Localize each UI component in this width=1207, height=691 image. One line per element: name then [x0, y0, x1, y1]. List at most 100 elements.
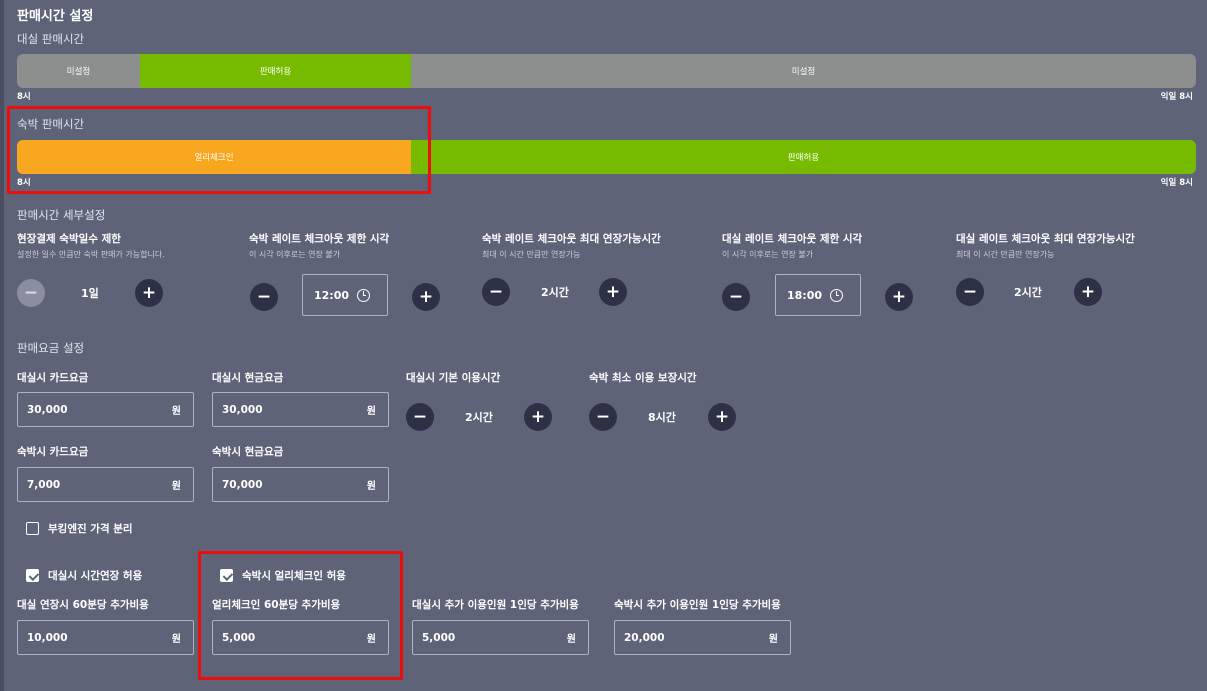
plus-icon: + [1080, 281, 1096, 302]
clock-icon [357, 288, 371, 302]
rental-card-input[interactable]: 30,000 원 [17, 392, 194, 427]
stay-time-heading: 숙박 판매시간 [17, 117, 85, 131]
plus-icon: + [418, 286, 434, 307]
rental-card-value: 30,000 [27, 403, 68, 416]
currency-unit: 원 [566, 634, 576, 645]
checkbox-checked-icon [26, 569, 39, 582]
stay-late-extend-plus-button[interactable]: + [599, 278, 627, 306]
rental-cash-label: 대실시 현금요금 [212, 372, 284, 384]
stay-card-label: 숙박시 카드요금 [17, 446, 89, 458]
rental-late-checkout-limit-label: 대실 레이트 체크아웃 제한 시각 [722, 233, 863, 245]
rental-extend-fee-value: 10,000 [27, 631, 68, 644]
stay-days-plus-button[interactable]: + [135, 279, 163, 307]
rental-late-limit-time-value: 18:00 [787, 288, 823, 302]
rental-extra-person-label: 대실시 추가 이용인원 1인당 추가비용 [412, 599, 579, 611]
rental-base-value: 2시간 [465, 411, 493, 424]
stay-card-input[interactable]: 7,000 원 [17, 467, 194, 502]
rental-late-limit-plus-button[interactable]: + [885, 283, 913, 311]
plus-icon: + [141, 282, 157, 303]
minus-icon: − [23, 282, 39, 303]
minus-icon: − [256, 286, 272, 307]
stay-extra-person-label: 숙박시 추가 이용인원 1인당 추가비용 [614, 599, 781, 611]
stay-min-minus-button[interactable]: − [589, 403, 617, 431]
stay-late-checkout-limit-label: 숙박 레이트 체크아웃 제한 시각 [249, 233, 390, 245]
stay-min-plus-button[interactable]: + [708, 403, 736, 431]
stay-late-max-extend-desc: 최대 이 시간 만큼만 연장가능 [482, 250, 581, 259]
booking-engine-split-checkbox[interactable]: 부킹엔진 가격 분리 [26, 521, 133, 536]
stay-start-label: 8시 [17, 178, 31, 188]
stay-min-value: 8시간 [648, 411, 676, 424]
currency-unit: 원 [171, 634, 181, 645]
onsite-stay-days-desc: 설정한 일수 만큼만 숙박 판매가 가능합니다. [17, 250, 165, 259]
minus-icon: − [728, 286, 744, 307]
stay-late-max-extend-label: 숙박 레이트 체크아웃 최대 연장가능시간 [482, 233, 661, 245]
currency-unit: 원 [366, 481, 376, 492]
pricing-heading: 판매요금 설정 [17, 341, 85, 355]
rental-late-limit-minus-button[interactable]: − [722, 283, 750, 311]
checkbox-checked-icon [220, 569, 233, 582]
plus-icon: + [891, 286, 907, 307]
stay-late-extend-value: 2시간 [541, 286, 569, 299]
stay-late-limit-time-input[interactable]: 12:00 [302, 274, 388, 316]
stay-time-bar: 얼리체크인 판매허용 [17, 140, 1196, 174]
clock-icon [830, 288, 844, 302]
rental-card-label: 대실시 카드요금 [17, 372, 89, 384]
stay-days-value: 1일 [81, 287, 99, 300]
plus-icon: + [714, 406, 730, 427]
rental-late-extend-value: 2시간 [1014, 286, 1042, 299]
stay-late-limit-minus-button[interactable]: − [250, 283, 278, 311]
minus-icon: − [595, 406, 611, 427]
rental-time-bar: 미설정 판매허용 미설정 [17, 54, 1196, 88]
rental-time-heading: 대실 판매시간 [17, 32, 85, 46]
rental-late-limit-time-input[interactable]: 18:00 [775, 274, 861, 316]
plus-icon: + [530, 406, 546, 427]
rental-start-label: 8시 [17, 92, 31, 102]
stay-cash-value: 70,000 [222, 478, 263, 491]
rental-late-max-extend-label: 대실 레이트 체크아웃 최대 연장가능시간 [956, 233, 1135, 245]
rental-late-checkout-limit-desc: 이 시각 이후로는 연장 불가 [722, 250, 814, 259]
early-checkin-checkbox[interactable]: 숙박시 얼리체크인 허용 [220, 568, 346, 583]
stay-end-label: 익일 8시 [1160, 178, 1193, 188]
rental-base-plus-button[interactable]: + [524, 403, 552, 431]
stay-extra-person-input[interactable]: 20,000 원 [614, 620, 791, 655]
currency-unit: 원 [768, 634, 778, 645]
stay-segment-early-checkin[interactable]: 얼리체크인 [17, 140, 411, 174]
rental-extend-checkbox[interactable]: 대실시 시간연장 허용 [26, 568, 142, 583]
minus-icon: − [488, 281, 504, 302]
early-checkin-fee-value: 5,000 [222, 631, 256, 644]
rental-base-time-label: 대실시 기본 이용시간 [406, 372, 501, 384]
rental-segment-unset[interactable]: 미설정 [17, 54, 140, 88]
rental-late-extend-minus-button[interactable]: − [956, 278, 984, 306]
currency-unit: 원 [171, 406, 181, 417]
stay-segment-allowed[interactable]: 판매허용 [411, 140, 1196, 174]
stay-late-limit-plus-button[interactable]: + [412, 283, 440, 311]
left-edge-bar [0, 0, 4, 691]
booking-engine-split-label: 부킹엔진 가격 분리 [48, 523, 133, 535]
rental-extra-person-input[interactable]: 5,000 원 [412, 620, 589, 655]
stay-late-extend-minus-button[interactable]: − [482, 278, 510, 306]
rental-segment-unset-2[interactable]: 미설정 [411, 54, 1196, 88]
stay-cash-label: 숙박시 현금요금 [212, 446, 284, 458]
stay-days-minus-button[interactable]: − [17, 279, 45, 307]
stay-late-checkout-limit-desc: 이 시각 이후로는 연장 불가 [249, 250, 341, 259]
stay-cash-input[interactable]: 70,000 원 [212, 467, 389, 502]
stay-late-limit-time-value: 12:00 [314, 288, 350, 302]
rental-late-extend-plus-button[interactable]: + [1074, 278, 1102, 306]
page-title: 판매시간 설정 [17, 9, 94, 24]
stay-card-value: 7,000 [27, 478, 61, 491]
minus-icon: − [962, 281, 978, 302]
early-checkin-label: 숙박시 얼리체크인 허용 [242, 570, 346, 582]
rental-extend-label: 대실시 시간연장 허용 [48, 570, 143, 582]
minus-icon: − [412, 406, 428, 427]
rental-cash-input[interactable]: 30,000 원 [212, 392, 389, 427]
rental-base-minus-button[interactable]: − [406, 403, 434, 431]
rental-late-max-extend-desc: 최대 이 시간 만큼만 연장가능 [956, 250, 1055, 259]
rental-end-label: 익일 8시 [1160, 92, 1193, 102]
rental-segment-allowed[interactable]: 판매허용 [140, 54, 411, 88]
rental-extend-fee-input[interactable]: 10,000 원 [17, 620, 194, 655]
detail-heading: 판매시간 세부설정 [17, 208, 106, 222]
plus-icon: + [605, 281, 621, 302]
early-checkin-fee-input[interactable]: 5,000 원 [212, 620, 389, 655]
currency-unit: 원 [366, 634, 376, 645]
currency-unit: 원 [366, 406, 376, 417]
